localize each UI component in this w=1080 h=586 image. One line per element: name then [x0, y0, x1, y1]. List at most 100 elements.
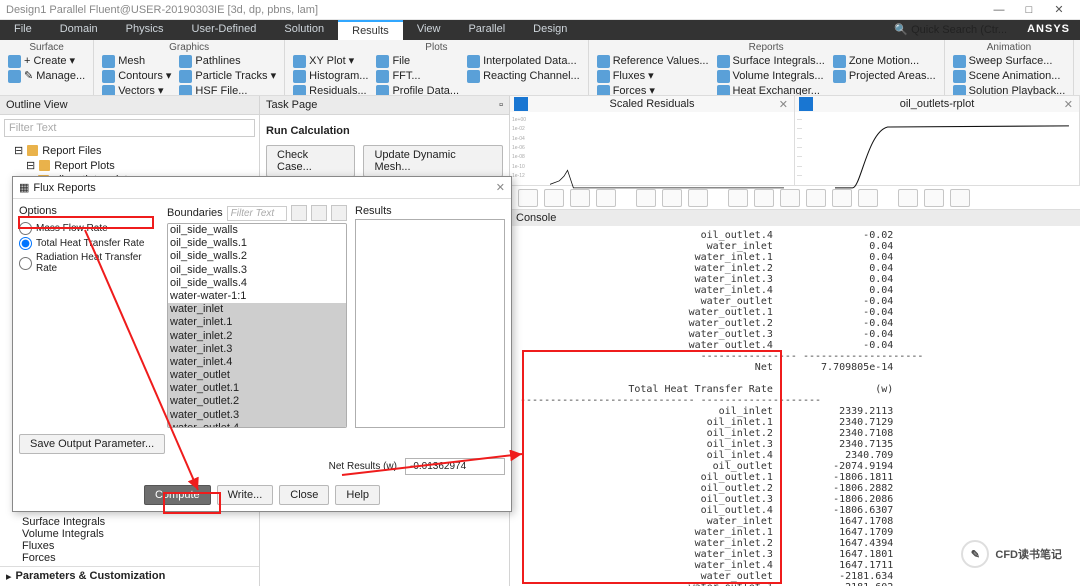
quick-search[interactable]: 🔍 Quick Search (Ctr...	[884, 20, 1017, 40]
tree-node[interactable]: Surface Integrals	[22, 516, 253, 528]
toolbar-button[interactable]	[728, 189, 748, 207]
ribbon-icon	[102, 55, 115, 68]
toolbar-button[interactable]	[518, 189, 538, 207]
console-output: oil_outlet.4 -0.02 water_inlet 0.04 wate…	[510, 226, 1080, 586]
filter-btn-2[interactable]	[311, 205, 327, 221]
tree-node[interactable]: Forces	[22, 552, 253, 564]
tab-physics[interactable]: Physics	[112, 20, 178, 40]
ribbon-button[interactable]: Solution Playback...	[951, 84, 1068, 96]
tab-domain[interactable]: Domain	[46, 20, 112, 40]
boundaries-list[interactable]: oil_side_wallsoil_side_walls.1oil_side_w…	[167, 223, 347, 428]
filter-btn-3[interactable]	[331, 205, 347, 221]
ribbon-group-label: Reports	[595, 42, 938, 53]
dialog-icon: ▦	[19, 181, 29, 194]
boundaries-filter[interactable]: Filter Text	[227, 206, 287, 221]
tree-node[interactable]: ⊟ Report Plots	[14, 158, 253, 173]
taskpage-header: Task Page	[266, 99, 317, 111]
ribbon-icon	[179, 55, 192, 68]
toolbar-button[interactable]	[596, 189, 616, 207]
toolbar-button[interactable]	[780, 189, 800, 207]
ribbon-button[interactable]: Pathlines	[177, 54, 278, 68]
toolbar-button[interactable]	[754, 189, 774, 207]
window-minimize[interactable]: —	[984, 4, 1014, 16]
tab-parallel[interactable]: Parallel	[454, 20, 519, 40]
ribbon-button[interactable]: Projected Areas...	[831, 69, 938, 83]
tree-node[interactable]: ⊟ Report Files	[14, 143, 253, 158]
computebutton[interactable]: Compute	[144, 485, 211, 505]
ribbon-icon	[376, 55, 389, 68]
ribbon-button[interactable]: Forces ▾	[595, 84, 711, 96]
ribbon-button[interactable]: HSF File...	[177, 84, 278, 96]
ribbon-button[interactable]: Particle Tracks ▾	[177, 69, 278, 83]
ribbon-button[interactable]: Mesh	[100, 54, 173, 68]
ribbon-button[interactable]: Histogram...	[291, 69, 370, 83]
ribbon-button[interactable]: Sweep Surface...	[951, 54, 1068, 68]
net-results-label: Net Results (w)	[329, 461, 397, 472]
tree-node[interactable]: Volume Integrals	[22, 528, 253, 540]
ribbon-button[interactable]: Reference Values...	[595, 54, 711, 68]
tab-view[interactable]: View	[403, 20, 455, 40]
helpbutton[interactable]: Help	[335, 485, 380, 505]
window-close[interactable]: ✕	[1044, 3, 1074, 16]
ribbon-button[interactable]: + Create ▾	[6, 54, 87, 68]
toolbar-button[interactable]	[858, 189, 878, 207]
check-case-button[interactable]: Check Case...	[266, 145, 355, 177]
toolbar-button[interactable]	[806, 189, 826, 207]
ribbon-icon	[597, 55, 610, 68]
ribbon-button[interactable]: FFT...	[374, 69, 461, 83]
ribbon-button[interactable]: Residuals...	[291, 84, 370, 96]
ribbon-button[interactable]: Scene Animation...	[951, 69, 1068, 83]
flux-option[interactable]: Total Heat Transfer Rate	[19, 236, 159, 251]
toolbar-button[interactable]	[898, 189, 918, 207]
ribbon-button[interactable]: File	[374, 54, 461, 68]
filter-btn-1[interactable]	[291, 205, 307, 221]
save-output-button[interactable]: Save Output Parameter...	[19, 434, 165, 454]
toolbar-button[interactable]	[832, 189, 852, 207]
flux-option[interactable]: Mass Flow Rate	[19, 221, 159, 236]
update-mesh-button[interactable]: Update Dynamic Mesh...	[363, 145, 503, 177]
tab-user-defined[interactable]: User-Defined	[178, 20, 271, 40]
ribbon-icon	[376, 70, 389, 83]
tab-file[interactable]: File	[0, 20, 46, 40]
ribbon-button[interactable]: Profile Data...	[374, 84, 461, 96]
ribbon-button[interactable]: Surface Integrals...	[715, 54, 827, 68]
ribbon-button[interactable]: Fluxes ▾	[595, 69, 711, 83]
ribbon-button[interactable]: Heat Exchanger...	[715, 84, 827, 96]
outline-filter[interactable]: Filter Text	[4, 119, 255, 137]
close-icon[interactable]: ✕	[1064, 98, 1073, 111]
toolbar-button[interactable]	[662, 189, 682, 207]
ribbon-button[interactable]: Zone Motion...	[831, 54, 938, 68]
ribbon-button[interactable]: Contours ▾	[100, 69, 173, 83]
ribbon-group-label: Graphics	[100, 42, 278, 53]
ribbon-button[interactable]: Vectors ▾	[100, 84, 173, 96]
window-maximize[interactable]: □	[1014, 4, 1044, 16]
toolbar-button[interactable]	[570, 189, 590, 207]
toolbar-button[interactable]	[544, 189, 564, 207]
closebutton[interactable]: Close	[279, 485, 329, 505]
options-label: Options	[19, 205, 159, 217]
ribbon-button[interactable]: XY Plot ▾	[291, 54, 370, 68]
toolbar-button[interactable]	[636, 189, 656, 207]
write-button[interactable]: Write...	[217, 485, 274, 505]
ribbon-button[interactable]: Volume Integrals...	[715, 69, 827, 83]
ribbon-icon	[953, 85, 966, 97]
ribbon-icon	[717, 55, 730, 68]
ribbon-icon	[467, 70, 480, 83]
tab-design[interactable]: Design	[519, 20, 581, 40]
tree-node[interactable]: Fluxes	[22, 540, 253, 552]
flux-option[interactable]: Radiation Heat Transfer Rate	[19, 251, 159, 275]
toolbar-button[interactable]	[688, 189, 708, 207]
close-icon[interactable]: ✕	[779, 98, 788, 111]
ribbon-icon	[376, 85, 389, 97]
ribbon-button[interactable]: Interpolated Data...	[465, 54, 582, 68]
plot-icon	[514, 97, 528, 111]
toolbar-button[interactable]	[924, 189, 944, 207]
tab-solution[interactable]: Solution	[270, 20, 338, 40]
ribbon-icon	[293, 85, 306, 97]
tab-results[interactable]: Results	[338, 20, 403, 40]
toolbar-button[interactable]	[950, 189, 970, 207]
ribbon-button[interactable]: ✎ Manage...	[6, 69, 87, 83]
dialog-close-icon[interactable]: ✕	[496, 181, 505, 194]
footer-param[interactable]: Parameters & Customization	[16, 570, 166, 583]
ribbon-button[interactable]: Reacting Channel...	[465, 69, 582, 83]
